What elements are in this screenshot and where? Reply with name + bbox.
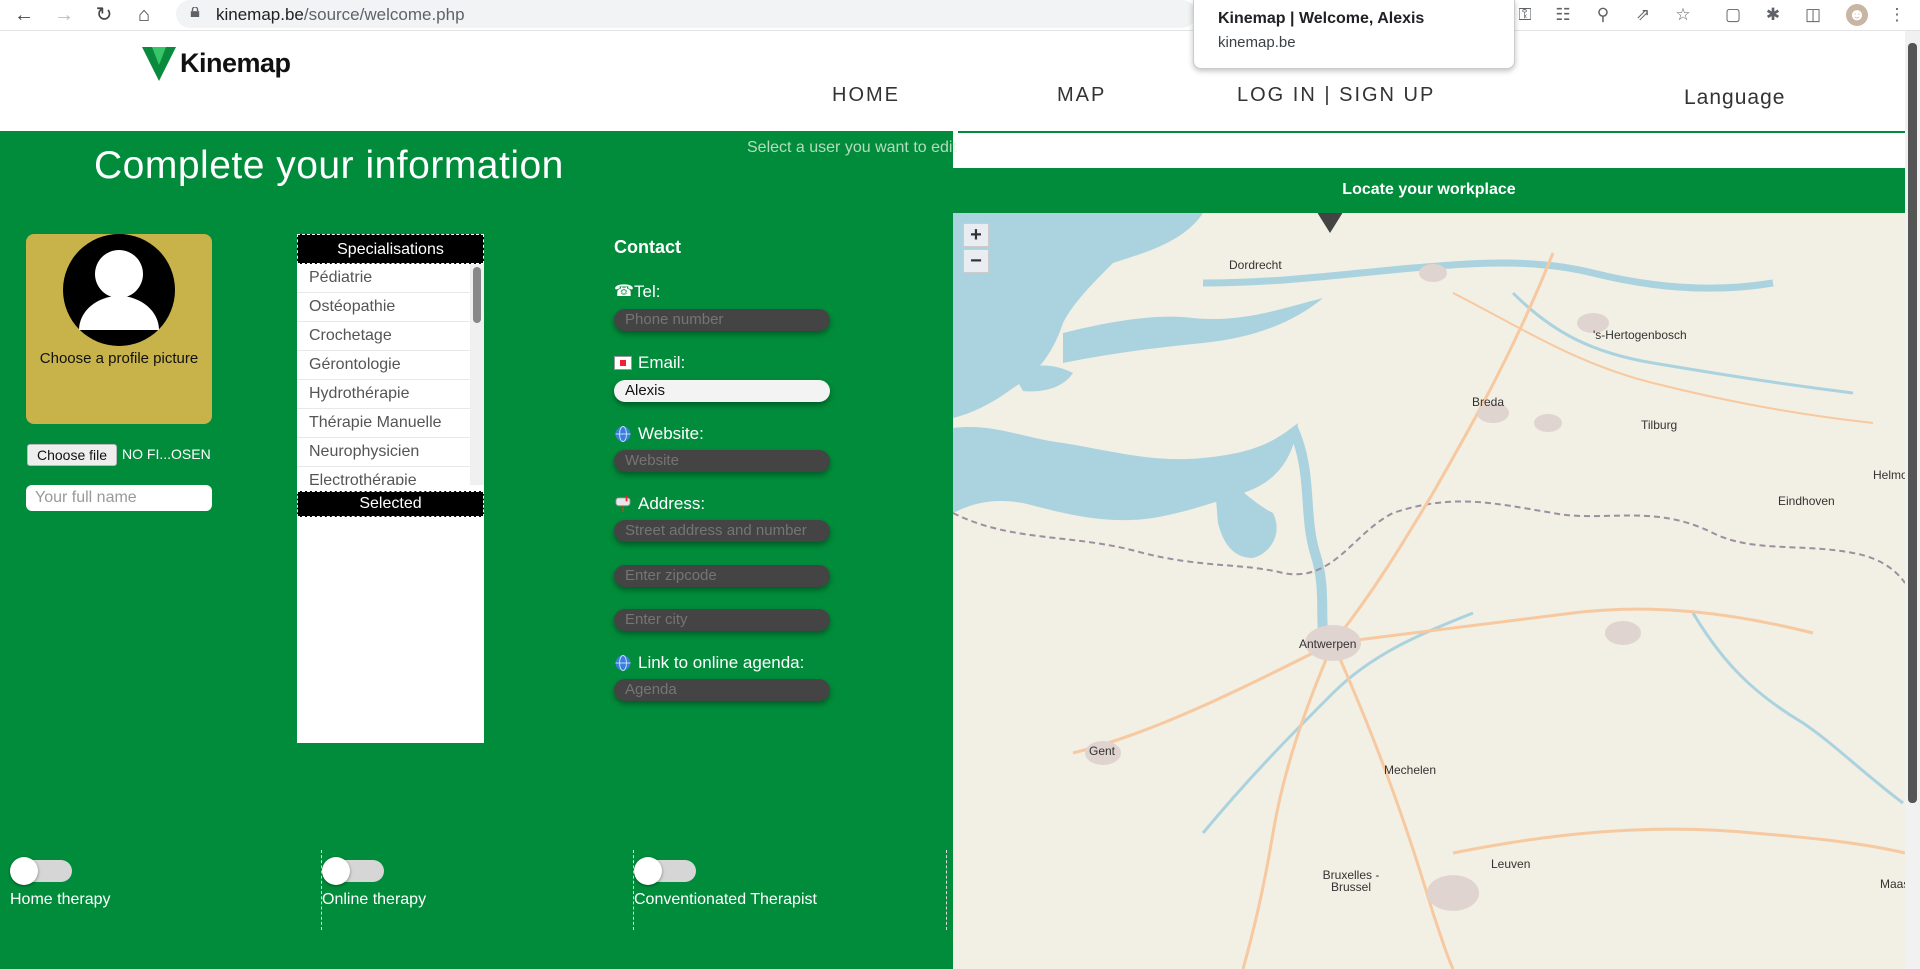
divider bbox=[946, 850, 947, 930]
contact-title: Contact bbox=[614, 237, 681, 257]
email-input[interactable] bbox=[614, 380, 830, 402]
address-bar[interactable]: kinemap.be/source/welcome.php bbox=[176, 0, 1196, 28]
city-label: Dordrecht bbox=[1229, 258, 1282, 272]
tooltip-title: Kinemap | Welcome, Alexis bbox=[1218, 10, 1425, 27]
city-label: Antwerpen bbox=[1299, 637, 1357, 651]
specialisations-scrollbar[interactable] bbox=[470, 264, 484, 485]
zoom-out-button[interactable]: − bbox=[963, 249, 989, 273]
address-label: Address: bbox=[614, 494, 705, 514]
translate-icon[interactable]: ☷ bbox=[1552, 4, 1574, 26]
nav-login-signup[interactable]: LOG IN | SIGN UP bbox=[1237, 84, 1435, 107]
list-item[interactable]: Ostéopathie bbox=[297, 293, 484, 322]
tel-label: ☎ Tel: bbox=[614, 282, 661, 301]
city-input[interactable] bbox=[614, 609, 830, 631]
website-label: Website: bbox=[614, 424, 704, 444]
online-therapy-label: Online therapy bbox=[322, 891, 427, 908]
specialisations-header: Specialisations bbox=[297, 234, 484, 264]
sidepanel-icon[interactable]: ◫ bbox=[1802, 4, 1824, 26]
url-text: kinemap.be/source/welcome.php bbox=[216, 5, 465, 24]
list-item[interactable]: Thérapie Manuelle bbox=[297, 409, 484, 438]
list-item[interactable]: Crochetage bbox=[297, 322, 484, 351]
city-label: Leuven bbox=[1491, 857, 1531, 871]
nav-map[interactable]: MAP bbox=[1057, 84, 1106, 107]
city-label: Eindhoven bbox=[1778, 494, 1835, 508]
file-status: NO FI...OSEN bbox=[122, 446, 211, 462]
specialisations-panel: Specialisations Pédiatrie Ostéopathie Cr… bbox=[297, 234, 484, 743]
list-item[interactable]: Neurophysicien bbox=[297, 438, 484, 467]
star-icon[interactable]: ☆ bbox=[1672, 4, 1694, 26]
conventionated-toggle[interactable] bbox=[634, 857, 696, 885]
list-item[interactable]: Electrothérapie bbox=[297, 467, 484, 485]
divider bbox=[633, 850, 634, 930]
email-label: Email: bbox=[614, 353, 685, 373]
avatar-placeholder-icon bbox=[63, 234, 175, 346]
map-title: Locate your workplace bbox=[1342, 181, 1516, 198]
back-icon[interactable]: ← bbox=[12, 3, 36, 27]
nav-home[interactable]: HOME bbox=[832, 84, 900, 107]
key-icon[interactable]: ⚿ bbox=[1514, 4, 1536, 26]
selected-header: Selected bbox=[297, 491, 484, 517]
page-title: Complete your information bbox=[94, 144, 564, 187]
language-selector[interactable]: Language bbox=[1684, 86, 1785, 110]
globe-icon bbox=[615, 655, 631, 671]
city-label: Breda bbox=[1472, 395, 1505, 409]
city-label: Helmond bbox=[1873, 468, 1905, 482]
lock-icon bbox=[190, 7, 200, 17]
full-name-input[interactable] bbox=[26, 485, 212, 511]
profile-picture-card[interactable]: Choose a profile picture bbox=[26, 234, 212, 424]
city-label: 's-Hertogenbosch bbox=[1593, 328, 1687, 342]
agenda-input[interactable] bbox=[614, 679, 830, 701]
list-item[interactable]: Pédiatrie bbox=[297, 264, 484, 293]
logo-text: Kinemap bbox=[180, 47, 291, 78]
city-label: Gent bbox=[1089, 744, 1116, 758]
agenda-label: Link to online agenda: bbox=[614, 653, 804, 673]
zipcode-input[interactable] bbox=[614, 565, 830, 587]
website-input[interactable] bbox=[614, 450, 830, 472]
zoom-in-button[interactable]: + bbox=[963, 223, 989, 247]
specialisations-list[interactable]: Pédiatrie Ostéopathie Crochetage Géronto… bbox=[297, 264, 484, 485]
email-icon bbox=[614, 356, 632, 370]
extension-icon[interactable]: ▢ bbox=[1722, 4, 1744, 26]
logo-icon bbox=[142, 47, 176, 81]
map-title-bar: Locate your workplace bbox=[953, 168, 1905, 213]
online-therapy-toggle[interactable] bbox=[322, 857, 384, 885]
puzzle-icon[interactable]: ✱ bbox=[1762, 4, 1784, 26]
conventionated-label: Conventionated Therapist bbox=[634, 891, 817, 908]
home-therapy-toggle[interactable] bbox=[10, 857, 72, 885]
choose-file-button[interactable]: Choose file bbox=[27, 444, 117, 466]
select-user-label: Select a user you want to edit bbox=[747, 139, 957, 156]
browser-toolbar: ← → ↻ ⌂ kinemap.be/source/welcome.php ⚿ … bbox=[0, 0, 1920, 31]
forward-icon[interactable]: → bbox=[52, 3, 76, 27]
map-top-strip bbox=[958, 131, 1905, 169]
mailbox-icon bbox=[615, 496, 631, 512]
tooltip-host: kinemap.be bbox=[1218, 34, 1296, 51]
menu-icon[interactable]: ⋮ bbox=[1886, 4, 1908, 26]
map-tiles bbox=[953, 213, 1905, 969]
map[interactable]: + − Dordrecht 's-Hertogenbosch Breda Til… bbox=[953, 213, 1905, 969]
phone-icon: ☎ bbox=[614, 283, 634, 300]
divider bbox=[321, 850, 322, 930]
share-icon[interactable]: ⇗ bbox=[1632, 4, 1654, 26]
page-scrollbar[interactable] bbox=[1905, 31, 1920, 969]
list-item[interactable]: Gérontologie bbox=[297, 351, 484, 380]
site-logo[interactable]: Kinemap bbox=[142, 45, 291, 81]
home-icon[interactable]: ⌂ bbox=[132, 3, 156, 27]
list-item[interactable]: Hydrothérapie bbox=[297, 380, 484, 409]
avatar[interactable]: ☻ bbox=[1846, 4, 1868, 26]
reload-icon[interactable]: ↻ bbox=[92, 3, 116, 27]
city-label: Bruxelles - Brussel bbox=[1322, 868, 1380, 894]
city-label: Tilburg bbox=[1641, 418, 1678, 432]
phone-input[interactable] bbox=[614, 309, 830, 331]
city-label: Mechelen bbox=[1384, 763, 1437, 777]
street-input[interactable] bbox=[614, 520, 830, 542]
globe-icon bbox=[615, 426, 631, 442]
home-therapy-label: Home therapy bbox=[10, 891, 111, 908]
city-label: Maas bbox=[1880, 877, 1905, 891]
zoom-icon[interactable]: ⚲ bbox=[1592, 4, 1614, 26]
profile-picture-caption: Choose a profile picture bbox=[39, 350, 199, 367]
tab-tooltip: Kinemap | Welcome, Alexis kinemap.be bbox=[1193, 0, 1515, 69]
